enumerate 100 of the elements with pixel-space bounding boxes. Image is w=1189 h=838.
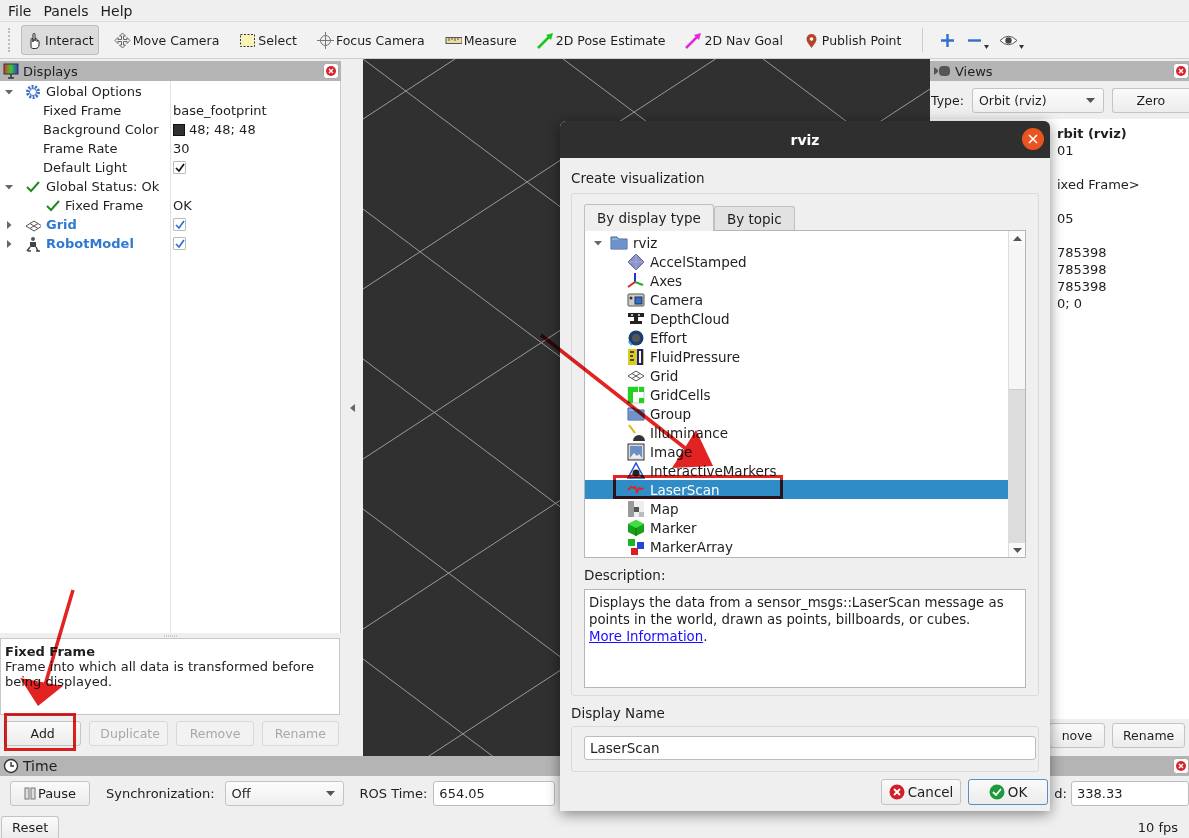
camera-icon xyxy=(933,65,951,77)
property-value: 30 xyxy=(173,141,190,156)
display-type-item[interactable]: Grid xyxy=(585,366,1008,385)
dialog-button[interactable]: OK xyxy=(968,779,1048,805)
display-type-item[interactable]: InteractiveMarkers xyxy=(585,461,1008,480)
menu-item[interactable]: Help xyxy=(94,2,139,19)
section-label: Description: xyxy=(584,567,667,583)
checkbox[interactable] xyxy=(173,237,186,250)
section-label: Create visualization xyxy=(571,170,706,186)
section-label: Display Name xyxy=(571,705,666,721)
display-type-item[interactable]: Marker xyxy=(585,518,1008,537)
menu-item[interactable]: Panels xyxy=(37,2,95,19)
triad-icon xyxy=(627,461,645,480)
display-name-field[interactable]: LaserScan xyxy=(584,736,1036,760)
property-value: rbit (rviz) xyxy=(1057,125,1128,142)
tab[interactable]: By display type xyxy=(584,204,714,231)
panel-title: Views xyxy=(955,63,994,79)
cancel-icon xyxy=(888,784,905,800)
move-icon xyxy=(113,31,131,49)
display-type-item[interactable]: Effort xyxy=(585,328,1008,347)
cells-icon xyxy=(627,385,645,404)
cubes-icon xyxy=(627,537,645,556)
panel-button[interactable]: nove xyxy=(1049,723,1105,748)
display-type-item[interactable]: Axes xyxy=(585,271,1008,290)
close-button[interactable] xyxy=(1022,128,1044,150)
folder-icon xyxy=(610,233,628,252)
property-name: Frame Rate xyxy=(43,141,118,156)
check-icon xyxy=(988,784,1005,800)
tool-button[interactable]: Focus Camera xyxy=(311,25,430,55)
display-type-item[interactable]: GridCells xyxy=(585,385,1008,404)
dialog-title: rviz xyxy=(790,131,820,148)
ros-time-field[interactable]: 654.05 xyxy=(433,780,556,806)
dropdown-arrow-icon xyxy=(325,790,335,796)
robot-icon xyxy=(25,235,41,252)
check-icon xyxy=(25,179,41,194)
property-value: 48; 48; 48 xyxy=(189,122,256,137)
zero-button[interactable]: Zero xyxy=(1111,87,1189,113)
display-type-item[interactable]: AccelStamped xyxy=(585,252,1008,271)
reset-button[interactable]: Reset xyxy=(1,816,60,838)
arrow-icon xyxy=(536,31,554,49)
panel-title: Time xyxy=(23,758,59,774)
panel-button[interactable]: Add xyxy=(4,721,82,746)
scrollbar[interactable] xyxy=(1008,231,1025,557)
panel-title: Displays xyxy=(23,63,79,79)
plus-icon[interactable] xyxy=(939,31,957,49)
dropdown-arrow-icon xyxy=(1085,97,1095,103)
fps-text: 10 fps xyxy=(1137,820,1178,837)
splitter-handle-icon xyxy=(163,634,178,637)
clock-icon xyxy=(3,758,19,774)
property-value: OK xyxy=(173,198,192,213)
tool-button[interactable]: 2D Nav Goal xyxy=(680,25,788,55)
tool-button[interactable]: Move Camera xyxy=(108,25,225,55)
property-name: Background Color xyxy=(43,122,159,137)
description-text: Displays the data from a sensor_msgs::LaserScan message as points in the world, drawn as points, billboards, or cubes. More Information. xyxy=(584,589,1026,688)
property-name: RobotModel xyxy=(46,236,134,251)
tab[interactable]: By topic xyxy=(713,206,795,230)
display-type-item[interactable]: Group xyxy=(585,404,1008,423)
tool-button[interactable]: Interact xyxy=(21,25,99,55)
elapsed-time-field[interactable]: 338.33 xyxy=(1071,780,1189,806)
property-value: 785398 xyxy=(1057,261,1108,278)
scroll-down-icon xyxy=(1012,547,1022,553)
panel-button[interactable]: Rename xyxy=(1112,723,1185,748)
property-value: 0; 0 xyxy=(1057,295,1084,312)
property-name: Global Status: Ok xyxy=(46,179,160,194)
monitor-icon xyxy=(3,63,19,79)
pause-button[interactable]: Pause xyxy=(10,780,90,806)
tool-button[interactable]: 2D Pose Estimate xyxy=(531,25,671,55)
display-type-item[interactable]: MarkerArray xyxy=(585,537,1008,556)
property-name: Default Light xyxy=(43,160,128,175)
display-type-item[interactable]: LaserScan xyxy=(585,480,1008,499)
field-label: ROS Time: xyxy=(359,785,428,801)
display-type-item[interactable]: Camera xyxy=(585,290,1008,309)
display-type-item[interactable]: FluidPressure xyxy=(585,347,1008,366)
type-dropdown[interactable]: Orbit (rviz) xyxy=(971,87,1104,113)
camera-icon xyxy=(627,290,645,309)
sync-dropdown[interactable]: Off xyxy=(224,780,344,806)
tool-button[interactable]: Publish Point xyxy=(797,25,907,55)
checkbox[interactable] xyxy=(173,161,186,174)
field-label: d: xyxy=(1054,785,1067,801)
menu-item[interactable]: File xyxy=(2,2,38,19)
crosshair-icon xyxy=(316,31,334,49)
more-information-link[interactable]: More Information xyxy=(589,629,704,644)
checkbox[interactable] xyxy=(173,218,186,231)
display-type-item[interactable]: rviz xyxy=(585,233,1008,252)
arrow-icon xyxy=(685,31,703,49)
tool-button[interactable]: Measure xyxy=(439,25,522,55)
property-name: Global Options xyxy=(46,84,142,99)
property-value: 05 xyxy=(1057,210,1075,227)
property-value: 785398 xyxy=(1057,278,1108,295)
tool-button[interactable]: Select xyxy=(234,25,302,55)
pause-icon xyxy=(23,786,36,800)
gauge-icon xyxy=(627,347,645,366)
property-name: Fixed Frame xyxy=(65,198,144,213)
display-type-item[interactable]: DepthCloud xyxy=(585,309,1008,328)
diamond-icon xyxy=(627,252,645,271)
collapse-arrow-icon xyxy=(349,403,355,412)
display-type-item[interactable]: Map xyxy=(585,499,1008,518)
cube-icon xyxy=(627,518,645,537)
dialog-button[interactable]: Cancel xyxy=(881,779,961,805)
field-label: Type: xyxy=(931,92,964,108)
